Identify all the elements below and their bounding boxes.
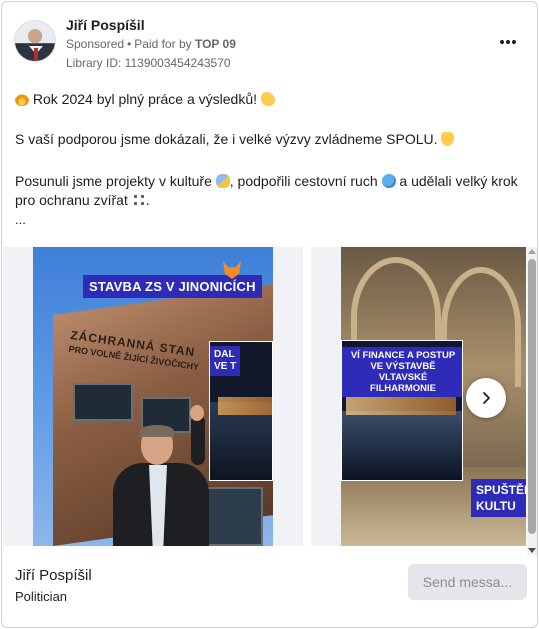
post-text-2: S vaší podporou jsme dokázali, že i velk… [15, 131, 438, 147]
slide-2-inset-image: VÍ FINANCE A POSTUP VE VÝSTAVBĚ VLTAVSKÉ… [341, 340, 463, 481]
post-line-3: Posunuli jsme projekty v kultuře , podpo… [15, 172, 518, 191]
footer-advertiser-name[interactable]: Jiří Pospíšil [15, 567, 92, 584]
post-text-4: pro ochranu zvířat [15, 192, 128, 208]
scrollbar-thumb[interactable] [528, 259, 536, 534]
person-figure [113, 405, 213, 546]
separator-dot: • [127, 37, 132, 51]
post-line-2: S vaší podporou jsme dokázali, že i velk… [15, 130, 455, 149]
paid-by-name: TOP 09 [194, 37, 236, 51]
post-text-1: Rok 2024 byl plný práce a výsledků! [32, 91, 258, 107]
footer-advertiser-role: Politician [15, 589, 68, 604]
scroll-up-arrow[interactable] [528, 249, 536, 254]
see-more-ellipsis[interactable]: ... [15, 210, 26, 229]
window [73, 383, 133, 421]
avatar-tie [34, 48, 38, 61]
raised-hands-emoji [441, 132, 455, 146]
carousel-next-button[interactable] [466, 378, 506, 418]
scroll-down-arrow[interactable] [528, 548, 536, 553]
advertiser-name[interactable]: Jiří Pospíšil [66, 17, 145, 33]
post-line-4: pro ochranu zvířat . [15, 191, 150, 210]
sponsored-line: Sponsored • Paid for by TOP 09 [66, 37, 236, 51]
paw-prints-emoji [131, 193, 146, 207]
inset-caption: VÍ FINANCE A POSTUP VE VÝSTAVBĚ VLTAVSKÉ… [342, 347, 462, 397]
post-line-1: Rok 2024 byl plný práce a výsledků! [15, 90, 275, 109]
avatar[interactable] [14, 20, 56, 62]
peek-caption: DAL VE T [210, 346, 241, 376]
sponsored-label: Sponsored [66, 37, 125, 51]
slide-1-peek-image: DAL VE T [209, 341, 273, 481]
flexed-biceps-emoji [260, 92, 275, 106]
media-carousel[interactable]: ZÁCHRANNÁ STAN PRO VOLNĚ ŽIJÍCÍ ŽIVOČICH… [3, 247, 526, 546]
slide-1-caption: STAVBA ZS V JINONICÍCH [83, 275, 262, 298]
scrollbar[interactable] [527, 247, 537, 555]
ad-card: Jiří Pospíšil Sponsored • Paid for by TOP … [1, 1, 538, 628]
fire-emoji [15, 92, 29, 106]
globe-emoji [381, 174, 396, 188]
performing-arts-emoji [215, 174, 230, 188]
carousel-slide-1[interactable]: ZÁCHRANNÁ STAN PRO VOLNĚ ŽIJÍCÍ ŽIVOČICH… [3, 247, 303, 546]
more-icon[interactable] [496, 30, 520, 54]
post-text-4-end: . [145, 192, 150, 208]
post-text-3a: Posunuli jsme projekty v kultuře [15, 173, 212, 189]
send-message-button[interactable]: Send messa... [408, 564, 527, 600]
slide-2-caption: SPUŠTĚN KULTU [471, 479, 526, 517]
post-text-3b: , podpořili cestovní ruch [229, 173, 378, 189]
chevron-right-icon [483, 392, 490, 404]
paid-for-prefix: Paid for by [134, 37, 192, 51]
library-id: Library ID: 1139003454243570 [66, 56, 231, 70]
post-text-3c: a udělali velký krok [399, 173, 518, 189]
